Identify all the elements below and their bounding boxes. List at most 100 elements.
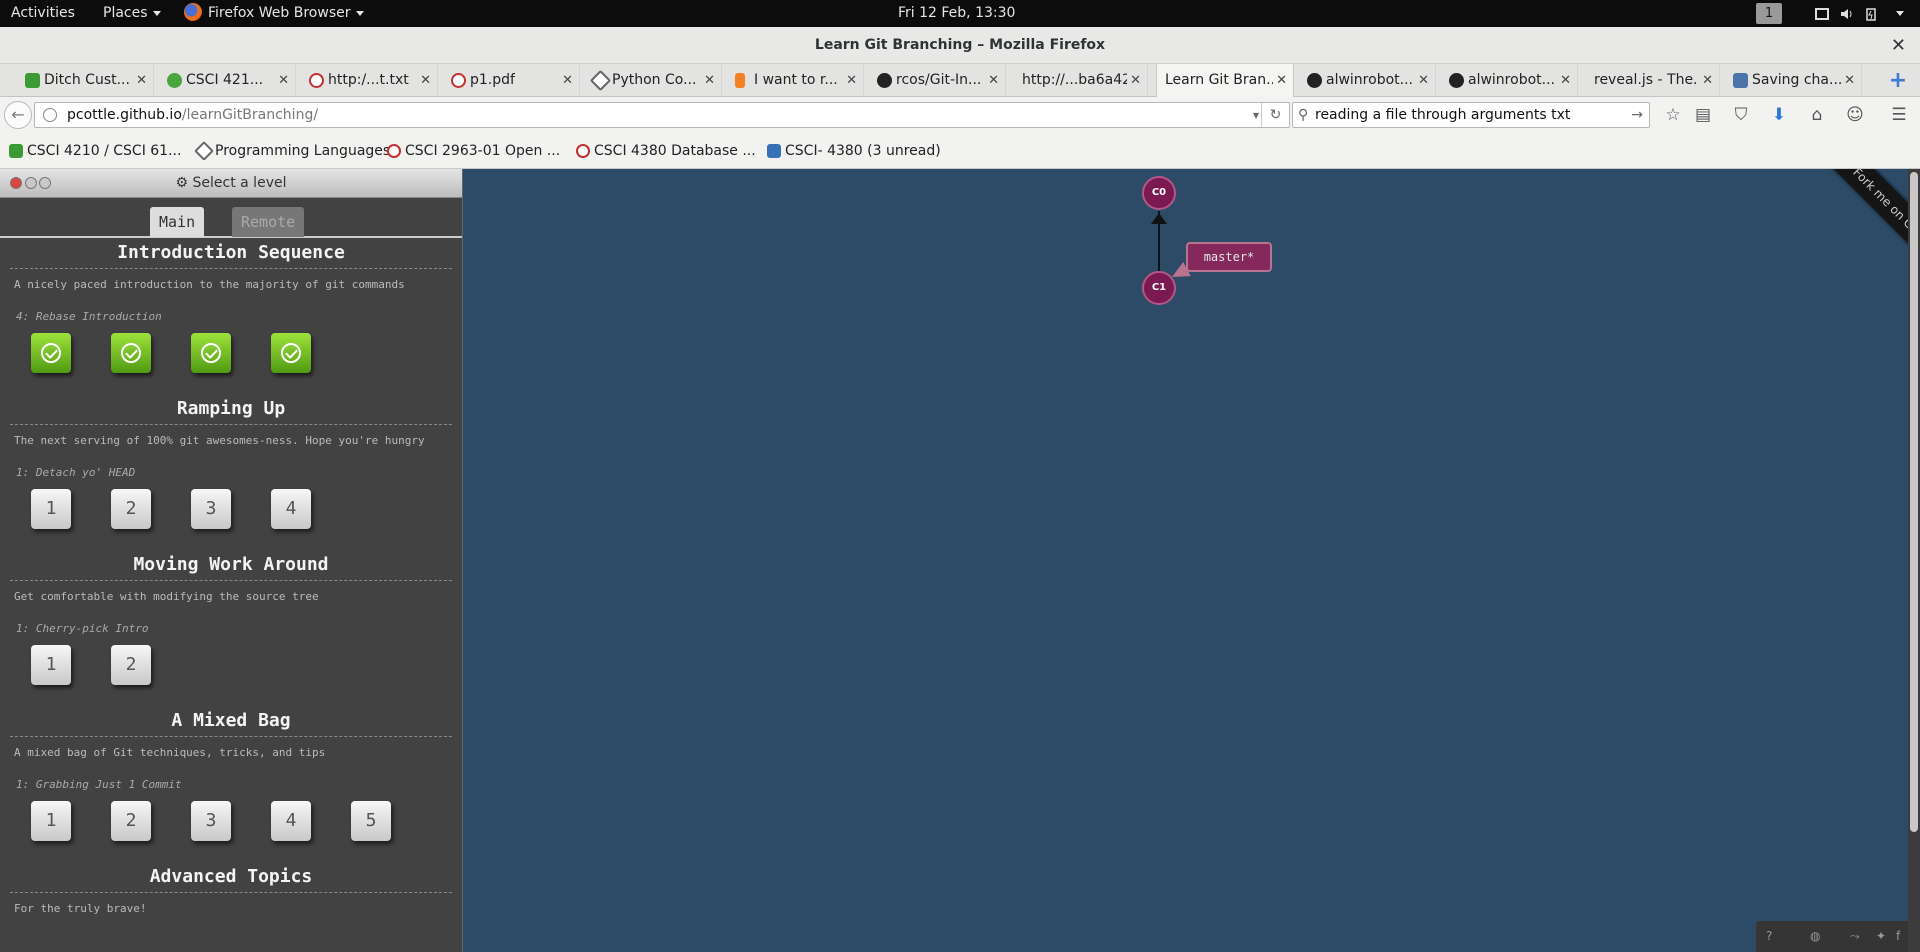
page-content: C0 C1 master* Fork me on GitHub ? ◍ ⤳ ✦ … [0, 169, 1920, 952]
scrollbar-thumb[interactable] [1910, 172, 1918, 832]
checkmark-icon [201, 343, 221, 363]
level-button-moving-1[interactable]: 1 [31, 645, 71, 685]
tab-main[interactable]: Main [150, 207, 205, 237]
level-button-mixed-4[interactable]: 4 [271, 801, 311, 841]
home-icon[interactable]: ⌂ [1806, 104, 1828, 126]
bookmark-csci-4210[interactable]: CSCI 4210 / CSCI 61... [7, 133, 181, 169]
bookmark-csci-2963[interactable]: CSCI 2963-01 Open ... [385, 133, 560, 169]
level-select-panel: ⚙ Select a level Main Remote Introductio… [0, 169, 463, 952]
close-tab-icon[interactable]: ✕ [1844, 64, 1855, 97]
tab-ditch-cust[interactable]: Ditch Cust... ✕ [22, 64, 154, 97]
git-visualization-canvas[interactable] [463, 169, 1920, 952]
level-button-intro-3[interactable] [191, 333, 231, 373]
level-button-moving-2[interactable]: 2 [111, 645, 151, 685]
close-tab-icon[interactable]: ✕ [1418, 64, 1429, 97]
bookmark-programming-languages[interactable]: Programming Languages [194, 133, 390, 169]
commit-node-c0[interactable]: C0 [1142, 176, 1176, 210]
battery-icon[interactable] [1864, 7, 1878, 21]
facebook-icon[interactable]: f [1896, 929, 1900, 943]
tab-reveal-js[interactable]: reveal.js - The... ✕ [1588, 64, 1720, 97]
url-history-dropdown-icon[interactable]: ▾ [1253, 103, 1259, 127]
sequence-title: Moving Work Around [133, 554, 329, 575]
tab-i-want-to[interactable]: I want to r... ✕ [732, 64, 864, 97]
places-menu[interactable]: Places [103, 0, 161, 27]
close-tab-icon[interactable]: ✕ [846, 64, 857, 97]
tab-rcos-git[interactable]: rcos/Git-In... ✕ [874, 64, 1006, 97]
tab-p1-pdf[interactable]: p1.pdf ✕ [448, 64, 580, 97]
github-icon [877, 73, 892, 88]
close-dot-icon[interactable] [10, 177, 22, 189]
cs-logo-icon [387, 144, 401, 158]
back-button[interactable]: ← [4, 101, 32, 129]
close-tab-icon[interactable]: ✕ [1130, 64, 1141, 97]
close-tab-icon[interactable]: ✕ [562, 64, 573, 97]
bookmark-star-icon[interactable]: ☆ [1662, 104, 1684, 126]
close-tab-icon[interactable]: ✕ [1560, 64, 1571, 97]
clock[interactable]: Fri 12 Feb, 13:30 [898, 0, 1015, 27]
tab-txt[interactable]: http:/...t.txt ✕ [306, 64, 438, 97]
maximize-dot-icon[interactable] [39, 177, 51, 189]
level-button-ramping-2[interactable]: 2 [111, 489, 151, 529]
level-button-mixed-1[interactable]: 1 [31, 801, 71, 841]
app-menu[interactable]: Firefox Web Browser [184, 0, 364, 27]
cs-logo-icon [576, 144, 590, 158]
level-button-mixed-3[interactable]: 3 [191, 801, 231, 841]
bookmark-csci-4380-database[interactable]: CSCI 4380 Database ... [574, 133, 756, 169]
tab-learn-git-branching[interactable]: Learn Git Bran... ✕ [1156, 64, 1294, 97]
hamburger-menu-icon[interactable]: ☰ [1888, 104, 1910, 126]
download-icon[interactable]: ⬇ [1768, 104, 1790, 126]
tab-ba6a42[interactable]: http://...ba6a42 ✕ [1016, 64, 1148, 97]
level-button-mixed-2[interactable]: 2 [111, 801, 151, 841]
sequence-moving-work-around: Moving Work Around Get comfortable with … [0, 550, 462, 706]
tab-remote[interactable]: Remote [232, 207, 305, 237]
window-icon[interactable] [1815, 7, 1829, 21]
level-button-intro-4[interactable] [271, 333, 311, 373]
close-tab-icon[interactable]: ✕ [420, 64, 431, 97]
close-tab-icon[interactable]: ✕ [988, 64, 999, 97]
chat-icon[interactable]: ☺ [1844, 104, 1866, 126]
close-tab-icon[interactable]: ✕ [704, 64, 715, 97]
tab-alwinrobot-2[interactable]: alwinrobot... ✕ [1446, 64, 1578, 97]
reading-list-icon[interactable]: ▤ [1692, 104, 1714, 126]
help-icon[interactable]: ? [1766, 929, 1772, 943]
window-title: Learn Git Branching – Mozilla Firefox [814, 37, 1106, 53]
level-button-ramping-4[interactable]: 4 [271, 489, 311, 529]
close-tab-icon[interactable]: ✕ [136, 64, 147, 97]
search-bar[interactable]: ⚲ reading a file through arguments txt → [1292, 102, 1650, 128]
level-button-intro-2[interactable] [111, 333, 151, 373]
github-icon [1449, 73, 1464, 88]
url-bar[interactable]: pcottle.github.io/learnGitBranching/ ▾ ↻ [34, 102, 1290, 128]
close-tab-icon[interactable]: ✕ [1702, 64, 1713, 97]
cs-logo-icon [309, 73, 324, 88]
level-buttons: 1 2 3 4 [0, 487, 462, 539]
level-button-ramping-1[interactable]: 1 [31, 489, 71, 529]
site-info-icon[interactable] [43, 108, 57, 122]
close-window-icon[interactable]: ✕ [1891, 27, 1906, 64]
tab-alwinrobot-1[interactable]: alwinrobot... ✕ [1304, 64, 1436, 97]
new-tab-button[interactable]: + [1876, 64, 1920, 97]
close-tab-icon[interactable]: ✕ [1276, 64, 1287, 97]
volume-icon[interactable] [1840, 7, 1854, 21]
twitter-icon[interactable]: ✦ [1876, 929, 1886, 943]
system-menu-chevron-icon[interactable] [1896, 11, 1904, 16]
branch-label-master[interactable]: master* [1186, 242, 1272, 272]
share-icon[interactable]: ⤳ [1850, 929, 1860, 944]
activities-button[interactable]: Activities [11, 0, 75, 27]
close-tab-icon[interactable]: ✕ [278, 64, 289, 97]
level-button-ramping-3[interactable]: 3 [191, 489, 231, 529]
current-level: 1: Grabbing Just 1 Commit [16, 778, 182, 791]
minimize-dot-icon[interactable] [25, 177, 37, 189]
level-button-intro-1[interactable] [31, 333, 71, 373]
workspace-indicator[interactable]: 1 [1756, 3, 1782, 24]
bookmark-piazza-4380[interactable]: CSCI- 4380 (3 unread) [765, 133, 941, 169]
pocket-icon[interactable]: ⛉ [1730, 104, 1752, 126]
level-button-mixed-5[interactable]: 5 [351, 801, 391, 841]
tab-saving-cha[interactable]: Saving cha... ✕ [1730, 64, 1862, 97]
reload-icon[interactable]: ↻ [1261, 103, 1289, 127]
places-label: Places [103, 5, 148, 21]
tab-csci-421[interactable]: CSCI 421... ✕ [164, 64, 296, 97]
sequence-introduction: Introduction Sequence A nicely paced int… [0, 238, 462, 394]
globe-icon[interactable]: ◍ [1810, 929, 1820, 943]
search-go-icon[interactable]: → [1631, 103, 1643, 127]
tab-python-co[interactable]: Python Co... ✕ [590, 64, 722, 97]
